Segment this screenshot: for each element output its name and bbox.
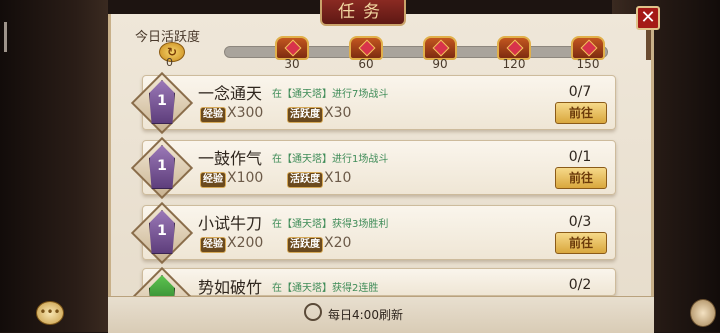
exp-label: 经验 bbox=[200, 237, 226, 253]
exp-label: 经验 bbox=[200, 172, 226, 188]
task-badge bbox=[130, 266, 194, 296]
chat-icon: ••• bbox=[39, 305, 61, 319]
milestone-label: 60 bbox=[358, 57, 374, 71]
task-desc: 在【通天塔】获得3场胜利 bbox=[272, 219, 389, 230]
activity-reward-label: 活跃度 bbox=[287, 237, 323, 253]
activity-value: 0 bbox=[166, 56, 173, 69]
task-badge: 1 bbox=[130, 136, 194, 200]
task-badge: 1 bbox=[130, 201, 194, 265]
go-button[interactable]: 前往 bbox=[555, 102, 607, 124]
task-desc: 在【通天塔】获得2连胜 bbox=[272, 283, 379, 294]
chat-button[interactable]: ••• bbox=[36, 301, 64, 325]
task-progress: 0/2 bbox=[568, 277, 592, 293]
exp-value: X300 bbox=[227, 105, 264, 121]
edge-handle bbox=[4, 22, 7, 52]
activity-reward-value: X20 bbox=[324, 235, 352, 251]
milestone-label: 120 bbox=[502, 57, 526, 71]
task-progress: 0/7 bbox=[568, 84, 592, 100]
task-progress: 0/1 bbox=[568, 149, 592, 165]
background-left bbox=[0, 0, 108, 332]
activity-reward-value: X10 bbox=[324, 170, 352, 186]
go-button[interactable]: 前往 bbox=[555, 232, 607, 254]
refresh-icon bbox=[304, 303, 322, 321]
milestone-label: 30 bbox=[284, 57, 300, 71]
exp-value: X100 bbox=[227, 170, 264, 186]
task-name: 小试牛刀 bbox=[198, 214, 263, 233]
task-progress: 0/3 bbox=[568, 214, 592, 230]
task-badge: 1 bbox=[130, 71, 194, 135]
task-name: 一鼓作气 bbox=[198, 149, 263, 168]
refresh-text: 每日4:00刷新 bbox=[328, 308, 403, 322]
page-title: 任务 bbox=[320, 0, 406, 26]
task-name: 势如破竹 bbox=[198, 278, 263, 297]
milestone-label: 150 bbox=[576, 57, 600, 71]
go-button[interactable]: 前往 bbox=[555, 167, 607, 189]
activity-reward-label: 活跃度 bbox=[287, 172, 323, 188]
task-name: 一念通天 bbox=[198, 84, 263, 103]
task-desc: 在【通天塔】进行1场战斗 bbox=[272, 154, 389, 165]
activity-reward-value: X30 bbox=[324, 105, 352, 121]
milestone-label: 90 bbox=[432, 57, 448, 71]
activity-reward-label: 活跃度 bbox=[287, 107, 323, 123]
avatar[interactable] bbox=[690, 299, 716, 327]
exp-label: 经验 bbox=[200, 107, 226, 123]
close-button[interactable]: ✕ bbox=[636, 6, 660, 30]
task-desc: 在【通天塔】进行7场战斗 bbox=[272, 89, 389, 100]
close-icon: ✕ bbox=[640, 7, 656, 28]
close-post bbox=[646, 30, 651, 60]
exp-value: X200 bbox=[227, 235, 264, 251]
